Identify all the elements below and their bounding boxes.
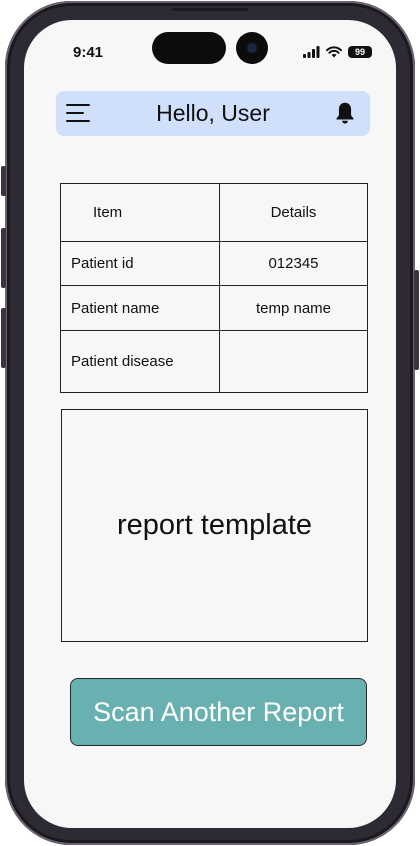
column-header-item: Item (60, 183, 220, 242)
bell-icon[interactable] (332, 100, 358, 126)
hamburger-menu-icon[interactable] (66, 103, 91, 123)
row-item-cell: Patient name (60, 285, 220, 331)
table-row: Patient disease (60, 330, 368, 393)
status-time: 9:41 (72, 44, 104, 61)
table-header-row: Item Details (60, 183, 368, 242)
status-icons: 99 (303, 46, 372, 58)
scan-another-report-button[interactable]: Scan Another Report (70, 678, 367, 746)
front-camera (236, 32, 268, 64)
app-screen: 9:41 99 Hello, User Item Details Patient… (24, 20, 396, 828)
volume-down-button (1, 308, 6, 368)
wifi-icon (326, 46, 342, 58)
silent-switch (1, 166, 6, 196)
column-header-details: Details (219, 183, 368, 242)
phone-speaker-line (172, 8, 248, 11)
report-template-area: report template (61, 409, 368, 642)
app-header: Hello, User (56, 91, 370, 136)
battery-icon: 99 (348, 46, 372, 58)
report-placeholder-text: report template (116, 509, 313, 541)
table-row: Patient id 012345 (60, 241, 368, 286)
patient-info-table: Item Details Patient id 012345 Patient n… (60, 183, 368, 393)
row-details-cell: temp name (219, 285, 368, 331)
power-button (414, 270, 419, 370)
table-row: Patient name temp name (60, 285, 368, 331)
row-details-cell: 012345 (219, 241, 368, 286)
dynamic-island (152, 32, 226, 64)
volume-up-button (1, 228, 6, 288)
row-item-cell: Patient disease (60, 330, 220, 393)
row-item-cell: Patient id (60, 241, 220, 286)
header-title: Hello, User (156, 100, 270, 126)
row-details-cell (219, 330, 368, 393)
signal-icon (303, 46, 320, 58)
